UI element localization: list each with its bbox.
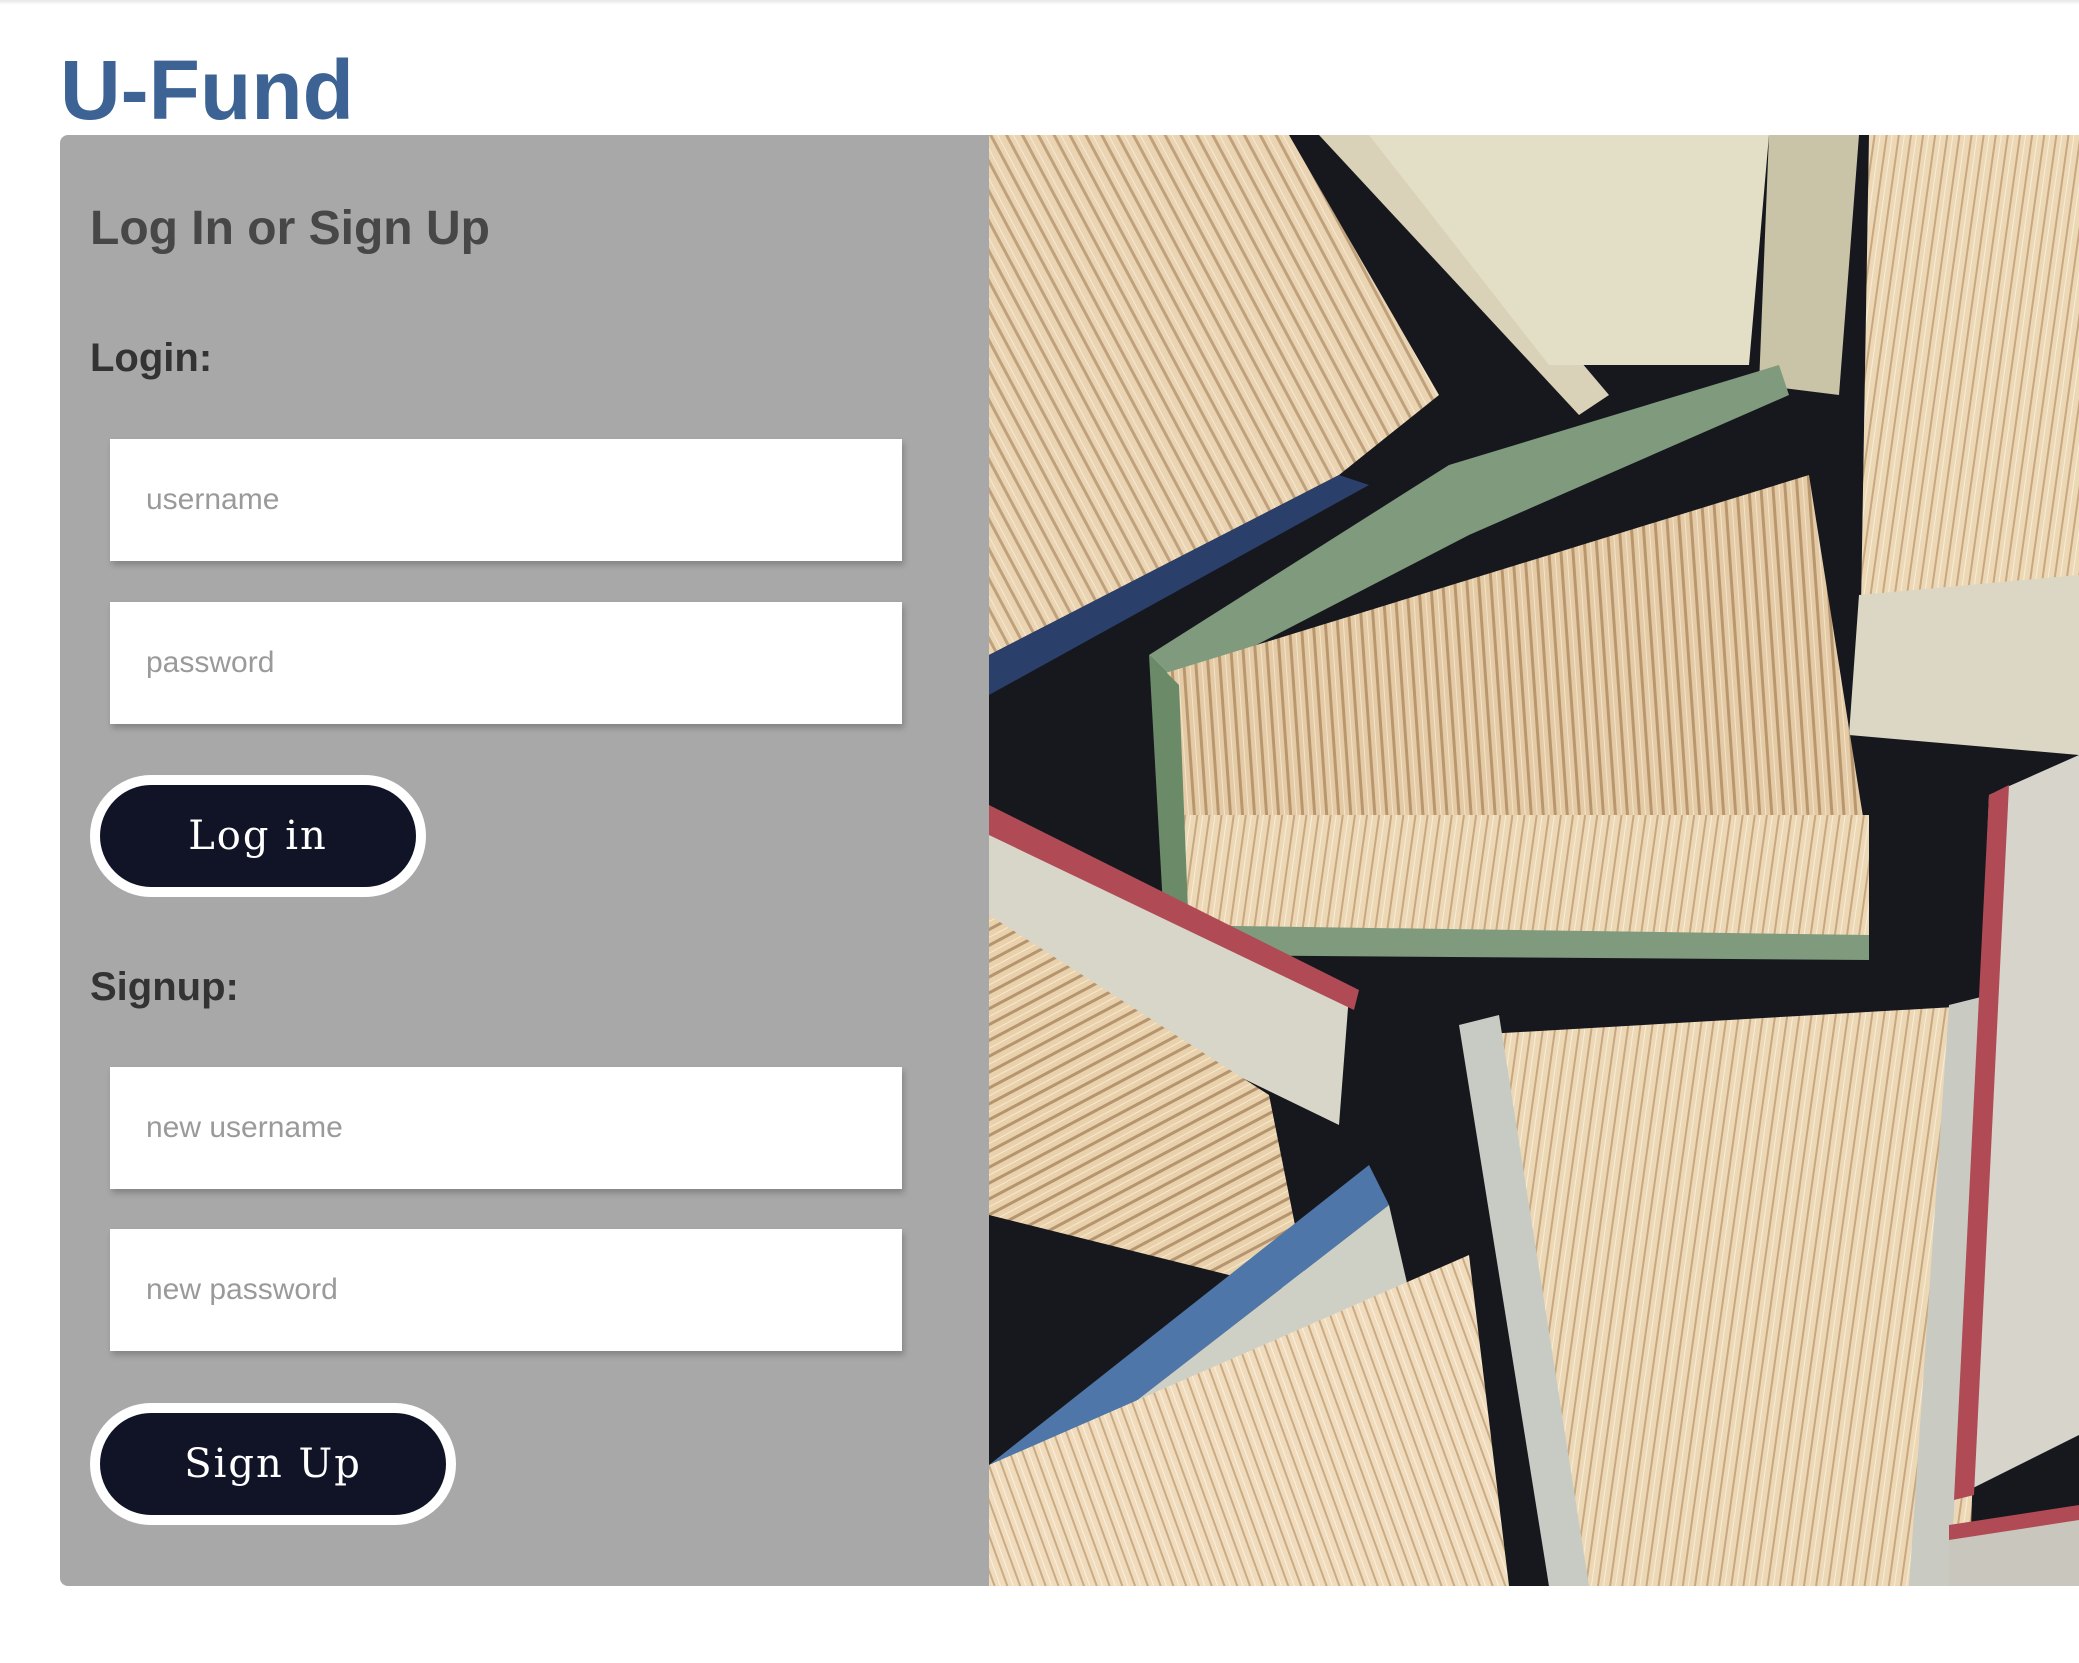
signup-username-input[interactable] <box>110 1067 902 1189</box>
login-username-input[interactable] <box>110 439 902 561</box>
auth-panel: Log In or Sign Up Login: Log in Signup: … <box>60 135 989 1586</box>
signup-section-label: Signup: <box>90 965 239 1009</box>
top-edge-line <box>0 0 2079 5</box>
login-section-label: Login: <box>90 336 213 380</box>
signup-button[interactable]: Sign Up <box>90 1403 456 1525</box>
books-photo <box>989 135 2079 1586</box>
login-password-input[interactable] <box>110 602 902 724</box>
brand-title: U-Fund <box>60 43 354 137</box>
login-button[interactable]: Log in <box>90 775 426 897</box>
signup-password-input[interactable] <box>110 1229 902 1351</box>
panel-title: Log In or Sign Up <box>90 202 490 255</box>
